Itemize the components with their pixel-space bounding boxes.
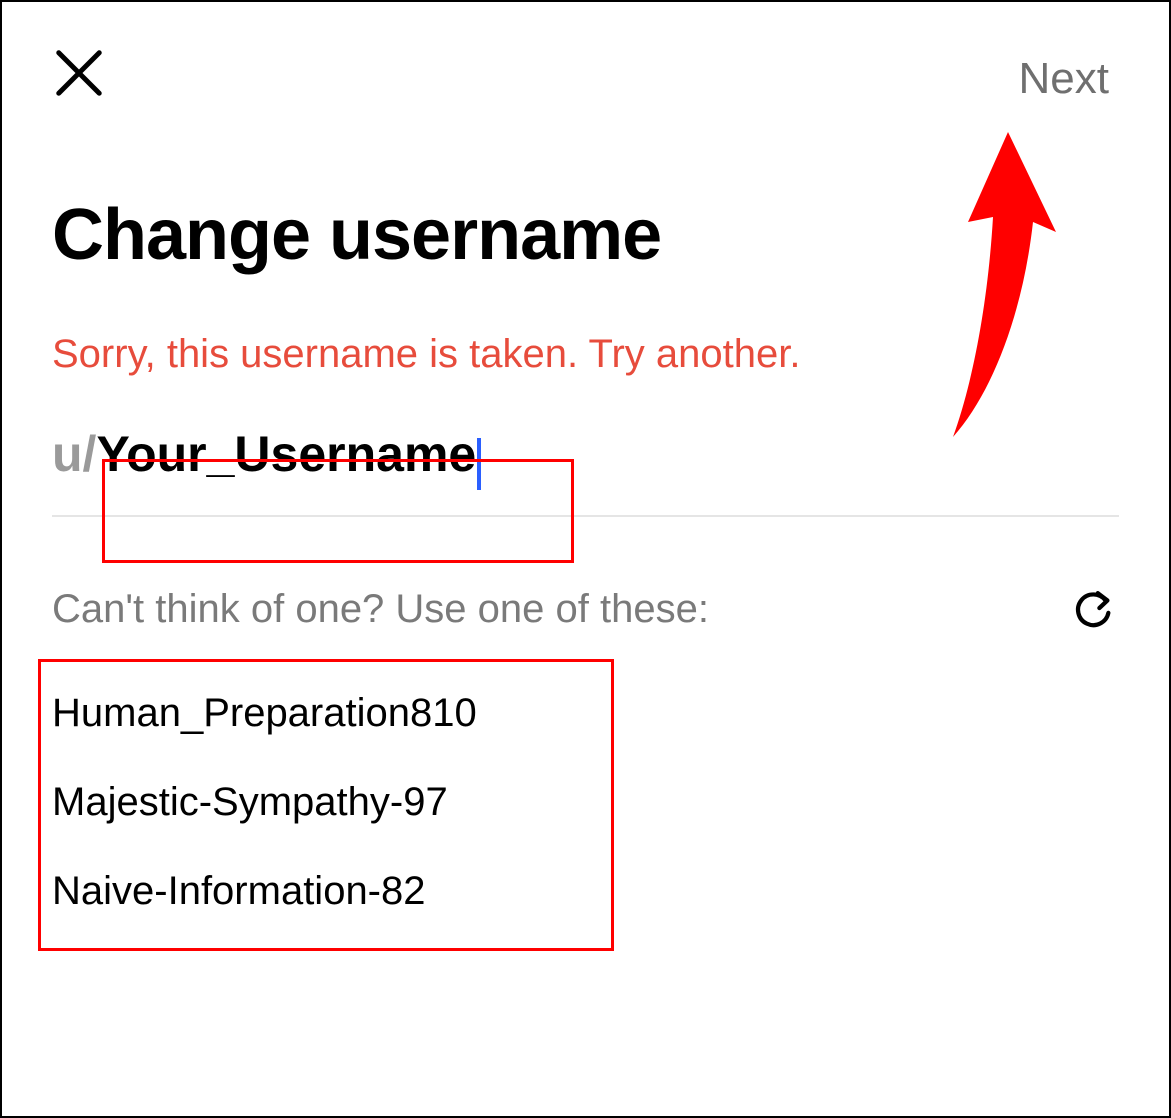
suggestion-item[interactable]: Human_Preparation810 <box>52 669 1119 758</box>
username-input-row[interactable]: u/ Your_Username <box>52 425 1119 517</box>
text-caret <box>477 438 481 490</box>
refresh-suggestions-button[interactable] <box>1069 585 1119 635</box>
next-button[interactable]: Next <box>1019 46 1119 104</box>
suggestion-item[interactable]: Majestic-Sympathy-97 <box>52 758 1119 847</box>
suggestions-label: Can't think of one? Use one of these: <box>52 587 709 632</box>
close-icon <box>52 46 106 100</box>
refresh-icon <box>1071 587 1117 633</box>
suggestions-list: Human_Preparation810 Majestic-Sympathy-9… <box>52 669 1119 936</box>
close-button[interactable] <box>52 46 106 100</box>
page-title: Change username <box>52 194 1119 276</box>
error-message: Sorry, this username is taken. Try anoth… <box>52 332 1119 377</box>
username-input[interactable]: Your_Username <box>96 426 476 482</box>
username-prefix: u/ <box>52 425 96 483</box>
suggestion-item[interactable]: Naive-Information-82 <box>52 847 1119 936</box>
